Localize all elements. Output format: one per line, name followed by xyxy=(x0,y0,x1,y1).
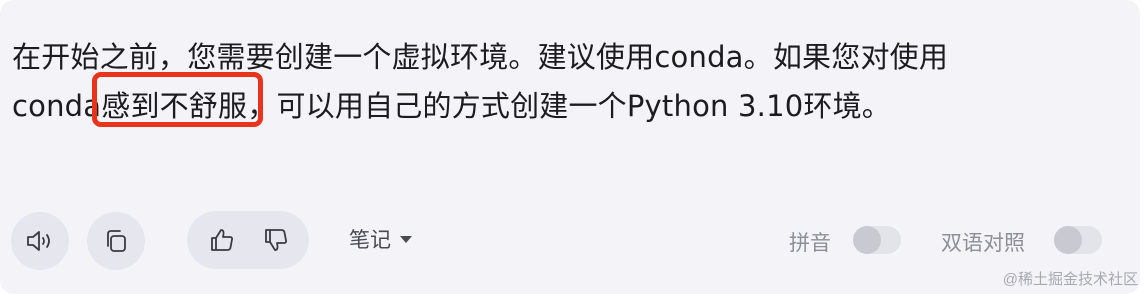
response-line-1: 在开始之前，您需要创建一个虚拟环境。建议使用conda。如果您对使用 xyxy=(12,40,949,74)
response-line-2-suffix: ，可以用自己的方式创建一个Python 3.10环境。 xyxy=(247,89,891,123)
notes-dropdown[interactable]: 笔记 xyxy=(349,224,413,254)
caret-down-icon xyxy=(400,236,412,243)
toggle-knob xyxy=(1054,226,1082,254)
thumbs-up-icon xyxy=(210,229,233,251)
response-card: 在开始之前，您需要创建一个虚拟环境。建议使用conda。如果您对使用 conda… xyxy=(0,0,1140,294)
watermark: @稀土掘金技术社区 xyxy=(1002,271,1138,288)
pinyin-label: 拼音 xyxy=(789,232,831,255)
thumbs-up-button[interactable] xyxy=(191,211,252,269)
bilingual-toggle[interactable] xyxy=(1054,226,1102,254)
thumbs-down-button[interactable] xyxy=(245,211,306,269)
copy-icon xyxy=(107,230,126,252)
thumbs-down-icon xyxy=(264,229,287,251)
pinyin-toggle[interactable] xyxy=(853,226,901,254)
read-aloud-button[interactable] xyxy=(11,212,69,270)
notes-label: 笔记 xyxy=(349,229,391,252)
speaker-icon xyxy=(27,231,50,251)
bilingual-label: 双语对照 xyxy=(941,232,1025,255)
feedback-group xyxy=(187,211,309,269)
toggle-knob xyxy=(853,226,881,254)
annotation-highlight-box xyxy=(92,72,263,127)
response-line-2-prefix: conda xyxy=(12,89,102,123)
copy-button[interactable] xyxy=(87,212,145,270)
